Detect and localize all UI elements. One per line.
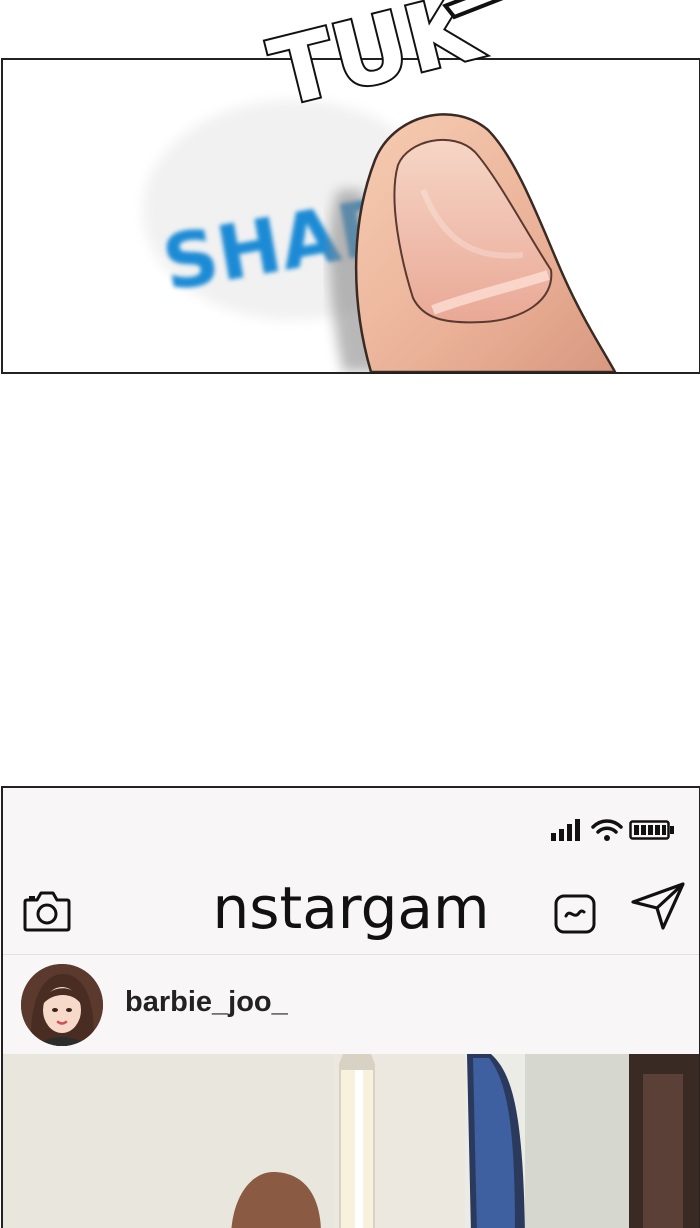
battery-full-icon (629, 820, 674, 840)
wifi-icon (591, 819, 623, 841)
app-header: nstargam (3, 868, 699, 954)
status-bar (551, 818, 675, 842)
phone-screen-panel: nstargam barbie_joo_ (1, 786, 700, 1228)
username[interactable]: barbie_joo_ (125, 986, 288, 1019)
post-header: barbie_joo_ (3, 956, 699, 1054)
signal-bars-icon (551, 819, 580, 841)
sound-effect: TUK (0, 0, 700, 130)
igtv-icon[interactable] (553, 892, 597, 941)
header-divider (3, 954, 699, 955)
avatar[interactable] (21, 964, 103, 1046)
post-image (3, 1054, 699, 1228)
direct-message-icon[interactable] (629, 880, 687, 937)
